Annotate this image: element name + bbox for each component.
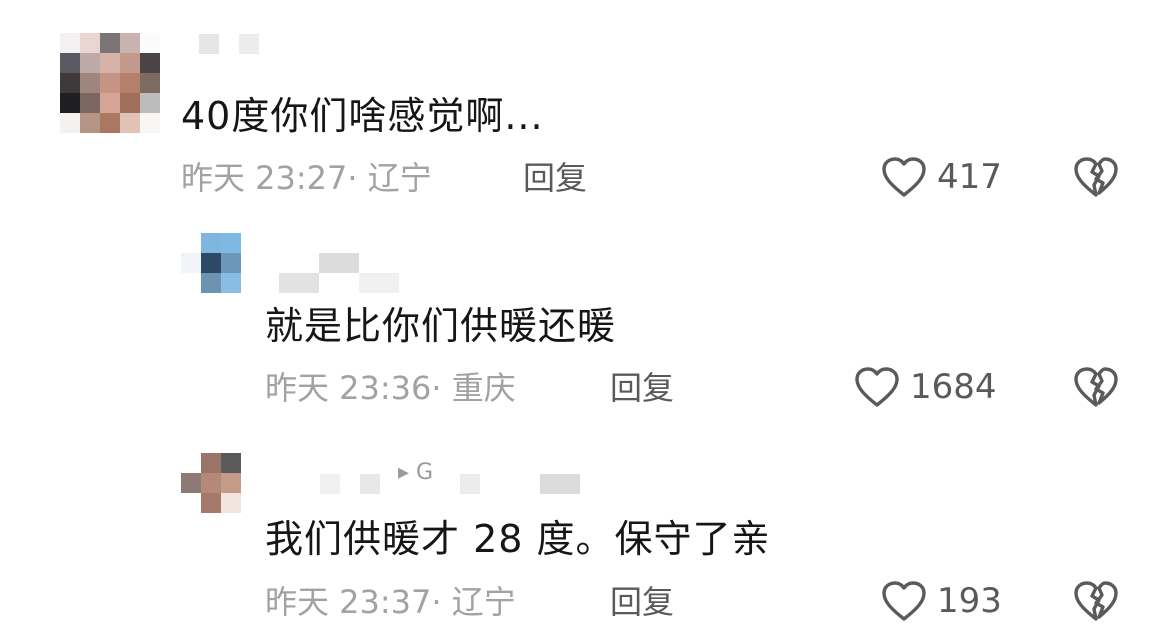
dislike-button[interactable]: [1072, 365, 1120, 413]
comment-text: 就是比你们供暖还暖: [265, 304, 617, 348]
avatar[interactable]: [60, 33, 160, 133]
username-redacted[interactable]: [279, 253, 399, 293]
broken-heart-icon: [1074, 367, 1118, 407]
avatar[interactable]: [181, 233, 241, 293]
reply-button[interactable]: 回复: [610, 582, 674, 622]
broken-heart-icon: [1074, 157, 1118, 197]
comment-meta: 昨天 23:27· 辽宁: [181, 159, 432, 197]
username-redacted[interactable]: ▸ G: [320, 460, 582, 494]
comment-meta: 昨天 23:37· 辽宁: [265, 583, 516, 621]
avatar[interactable]: [181, 453, 241, 513]
like-count: 193: [937, 581, 1002, 621]
heart-outline-icon: [855, 367, 899, 407]
comment-meta: 昨天 23:36· 重庆: [265, 369, 516, 407]
like-button[interactable]: [853, 365, 901, 409]
dislike-button[interactable]: [1072, 155, 1120, 203]
dislike-button[interactable]: [1072, 579, 1120, 627]
reply-button[interactable]: 回复: [610, 368, 674, 408]
like-count: 1684: [910, 367, 997, 407]
heart-outline-icon: [882, 581, 926, 621]
broken-heart-icon: [1074, 581, 1118, 621]
username-fragment: ▸ G: [398, 460, 434, 485]
username-redacted[interactable]: [199, 34, 263, 54]
comment-text: 40度你们啥感觉啊...: [181, 94, 544, 138]
reply-button[interactable]: 回复: [523, 158, 587, 198]
like-button[interactable]: [880, 155, 928, 199]
like-button[interactable]: [880, 579, 928, 623]
like-count: 417: [937, 157, 1002, 197]
comment-text: 我们供暖才 28 度。保守了亲: [265, 517, 771, 561]
heart-outline-icon: [882, 157, 926, 197]
